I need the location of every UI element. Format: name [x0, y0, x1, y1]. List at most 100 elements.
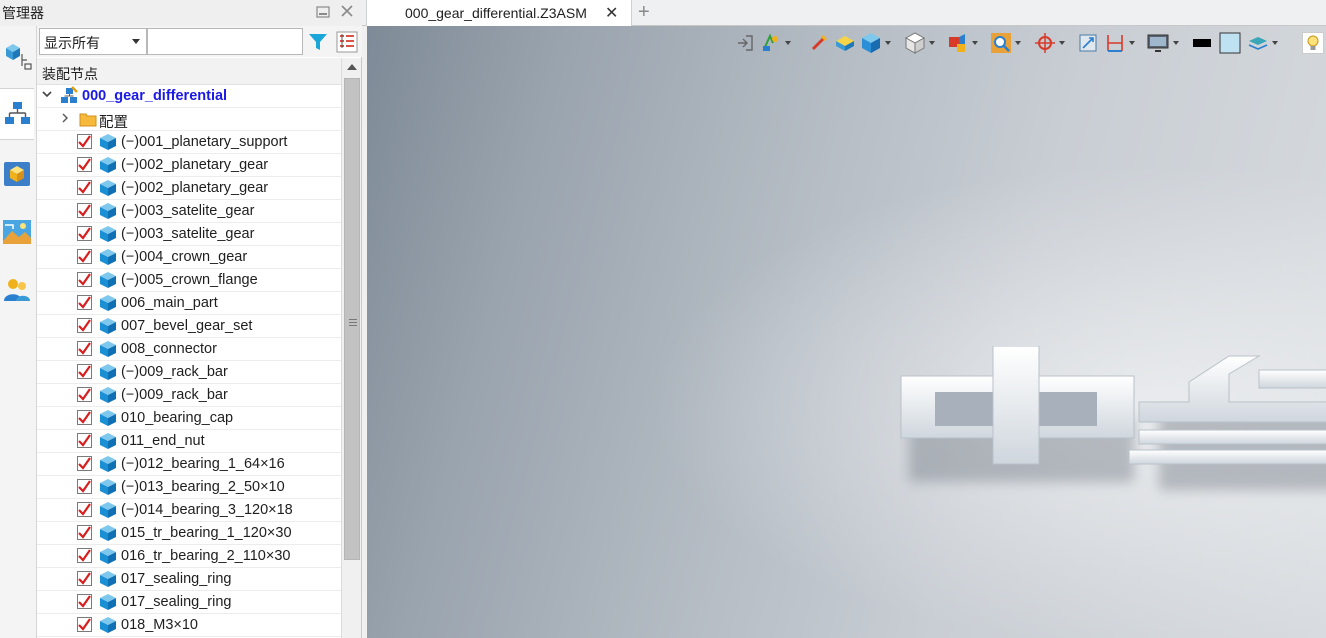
part-cube-icon	[99, 409, 117, 431]
3d-viewport[interactable]	[367, 26, 1326, 638]
tree-row-part[interactable]: (−)003_satelite_gear	[37, 200, 341, 223]
tree-row-part[interactable]: 010_bearing_cap	[37, 407, 341, 430]
visibility-checkbox[interactable]	[77, 203, 92, 218]
visibility-checkbox[interactable]	[77, 456, 92, 471]
tree-row-part[interactable]: (−)012_bearing_1_64×16	[37, 453, 341, 476]
scrollbar-thumb[interactable]	[344, 78, 360, 560]
visibility-checkbox[interactable]	[77, 410, 92, 425]
close-panel-icon[interactable]	[338, 4, 356, 22]
tree-row-part[interactable]: 017_sealing_ring	[37, 591, 341, 614]
visibility-checkbox[interactable]	[77, 341, 92, 356]
tree-row-part[interactable]: 017_sealing_ring	[37, 568, 341, 591]
visibility-checkbox[interactable]	[77, 249, 92, 264]
tree-row-part[interactable]: (−)013_bearing_2_50×10	[37, 476, 341, 499]
checkmark-icon	[78, 204, 91, 217]
visibility-checkbox[interactable]	[77, 479, 92, 494]
tab-document[interactable]: 000_gear_differential.Z3ASM ✕	[366, 0, 632, 26]
visibility-checkbox[interactable]	[77, 387, 92, 402]
visibility-checkbox[interactable]	[77, 502, 92, 517]
visibility-checkbox[interactable]	[77, 364, 92, 379]
tree-row-config[interactable]: 配置	[37, 108, 341, 131]
tree-row-part[interactable]: (−)002_planetary_gear	[37, 177, 341, 200]
shaded-face-icon[interactable]	[834, 32, 856, 54]
tree-row-part[interactable]: (−)003_satelite_gear	[37, 223, 341, 246]
lightbulb-icon[interactable]	[1302, 32, 1324, 54]
rotate-view-icon[interactable]	[1034, 32, 1056, 54]
shaded-cube-icon[interactable]	[860, 32, 882, 54]
visibility-checkbox[interactable]	[77, 226, 92, 241]
part-view-tab[interactable]	[0, 148, 34, 200]
visibility-checkbox[interactable]	[77, 272, 92, 287]
render-view-tab[interactable]	[0, 206, 34, 258]
visibility-checkbox[interactable]	[77, 433, 92, 448]
visibility-checkbox[interactable]	[77, 180, 92, 195]
tree-row-part[interactable]: (−)001_planetary_support	[37, 131, 341, 154]
display-settings-icon[interactable]	[1147, 32, 1169, 54]
background-black-swatch[interactable]	[1191, 32, 1213, 54]
tree-row-part[interactable]: (−)009_rack_bar	[37, 384, 341, 407]
chevron-down-icon[interactable]	[885, 41, 891, 45]
tree-structure-icon	[5, 102, 30, 124]
tree-row-root[interactable]: 000_gear_differential	[37, 85, 341, 108]
tree-row-part[interactable]: 007_bevel_gear_set	[37, 315, 341, 338]
chevron-down-icon[interactable]	[1173, 41, 1179, 45]
visibility-checkbox[interactable]	[77, 295, 92, 310]
chevron-down-icon[interactable]	[1015, 41, 1021, 45]
chevron-down-icon[interactable]	[41, 88, 53, 104]
user-view-tab[interactable]	[0, 264, 34, 316]
window-zoom-icon[interactable]	[1077, 32, 1099, 54]
tree-row-part[interactable]: 018_M3×10	[37, 614, 341, 637]
manager-title: 管理器	[2, 5, 44, 21]
tree-row-part[interactable]: 016_tr_bearing_2_110×30	[37, 545, 341, 568]
chevron-down-icon[interactable]	[785, 41, 791, 45]
background-light-swatch[interactable]	[1219, 32, 1241, 54]
visibility-checkbox[interactable]	[77, 525, 92, 540]
visibility-checkbox[interactable]	[77, 134, 92, 149]
view-cube-icon[interactable]	[904, 32, 926, 54]
tree-row-part[interactable]: (−)005_crown_flange	[37, 269, 341, 292]
tree-row-part[interactable]: 015_tr_bearing_1_120×30	[37, 522, 341, 545]
minimize-panel-icon[interactable]	[314, 4, 332, 22]
chevron-down-icon[interactable]	[1129, 41, 1135, 45]
chevron-down-icon[interactable]	[929, 41, 935, 45]
filter-button[interactable]	[305, 29, 331, 55]
filter-select[interactable]: 显示所有	[39, 28, 147, 55]
chevron-down-icon[interactable]	[972, 41, 978, 45]
tree-row-part[interactable]: (−)009_rack_bar	[37, 361, 341, 384]
pick-filter-icon[interactable]	[760, 32, 782, 54]
filter-input[interactable]	[147, 28, 303, 55]
tree-scrollbar[interactable]	[341, 58, 361, 638]
assembly-manager-tab[interactable]	[0, 30, 34, 82]
column-header-assembly-node[interactable]: 装配节点	[37, 58, 341, 85]
chevron-down-icon[interactable]	[1272, 41, 1278, 45]
chevron-right-icon[interactable]	[59, 112, 71, 128]
visibility-checkbox[interactable]	[77, 594, 92, 609]
tree-row-part[interactable]: 008_connector	[37, 338, 341, 361]
exit-icon[interactable]	[734, 32, 756, 54]
chevron-down-icon[interactable]	[1059, 41, 1065, 45]
app-window: 管理器 显示所有 装配节点 000_gear_differential 配置 (…	[0, 0, 1326, 638]
part-label: 008_connector	[121, 341, 217, 357]
dimension-icon[interactable]	[1104, 32, 1126, 54]
visibility-checkbox[interactable]	[77, 318, 92, 333]
visibility-checkbox[interactable]	[77, 571, 92, 586]
tree-row-part[interactable]: 011_end_nut	[37, 430, 341, 453]
add-tab-icon[interactable]: +	[638, 1, 650, 24]
layers-icon[interactable]	[1247, 32, 1269, 54]
section-view-icon[interactable]	[947, 32, 969, 54]
history-manager-tab[interactable]	[0, 88, 34, 140]
visibility-checkbox[interactable]	[77, 157, 92, 172]
zoom-fit-icon[interactable]	[990, 32, 1012, 54]
measure-icon[interactable]	[808, 32, 830, 54]
tree-row-part[interactable]: (−)002_planetary_gear	[37, 154, 341, 177]
visibility-checkbox[interactable]	[77, 617, 92, 632]
list-options-button[interactable]	[334, 29, 360, 55]
assembly-tree-icon	[6, 44, 32, 70]
visibility-checkbox[interactable]	[77, 548, 92, 563]
tree-row-part[interactable]: (−)004_crown_gear	[37, 246, 341, 269]
close-tab-icon[interactable]: ✕	[605, 3, 618, 23]
tree-row-part[interactable]: (−)014_bearing_3_120×18	[37, 499, 341, 522]
tree-row-part[interactable]: 006_main_part	[37, 292, 341, 315]
checkmark-icon	[78, 296, 91, 309]
scroll-up-icon[interactable]	[347, 64, 357, 70]
